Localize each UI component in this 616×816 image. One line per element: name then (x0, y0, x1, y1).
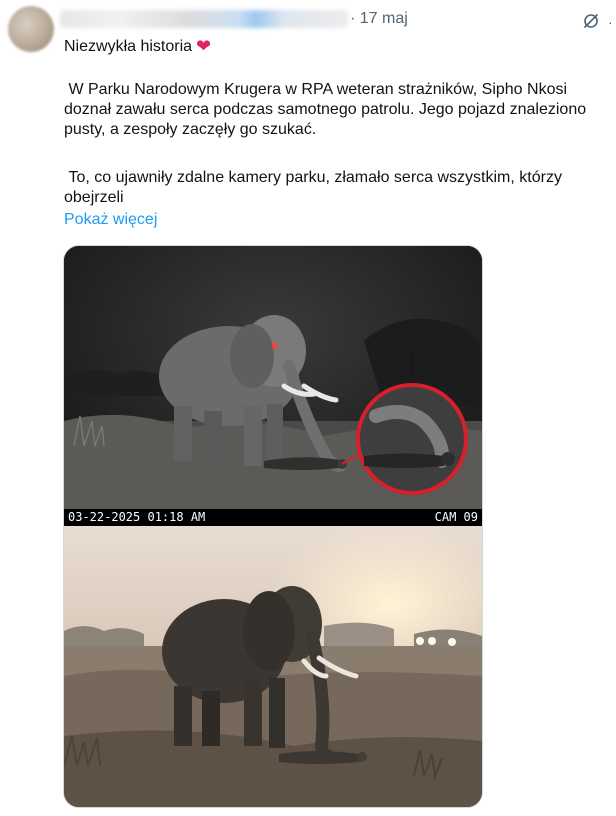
sunrise-elephant-photo[interactable] (64, 526, 482, 807)
show-more-link[interactable]: Pokaż więcej (64, 211, 157, 229)
tweet-headline: Niezwykła historia ❤ (64, 35, 211, 57)
camera-info-bar: 03-22-2025 01:18 AM CAM 09 (64, 509, 482, 526)
tweet-paragraph-2: To, co ujawniły zdalne kamery parku, zła… (64, 169, 567, 206)
tweet-paragraph-1: W Parku Narodowym Krugera w RPA weteran … (64, 81, 591, 138)
headline-text: Niezwykła historia (64, 38, 193, 55)
author-avatar[interactable] (8, 6, 54, 52)
more-options-icon[interactable]: · (608, 14, 613, 30)
tweet-date[interactable]: · 17 maj (350, 10, 408, 28)
trail-camera-night-photo[interactable] (64, 246, 482, 526)
camera-timestamp: 03-22-2025 01:18 AM (68, 510, 206, 524)
author-name-blurred[interactable] (60, 10, 348, 28)
camera-id: CAM 09 (434, 510, 478, 524)
tweet-media[interactable]: 03-22-2025 01:18 AM CAM 09 (63, 245, 483, 808)
edit-history-icon[interactable] (582, 12, 600, 30)
red-heart-emoji: ❤ (196, 36, 212, 56)
